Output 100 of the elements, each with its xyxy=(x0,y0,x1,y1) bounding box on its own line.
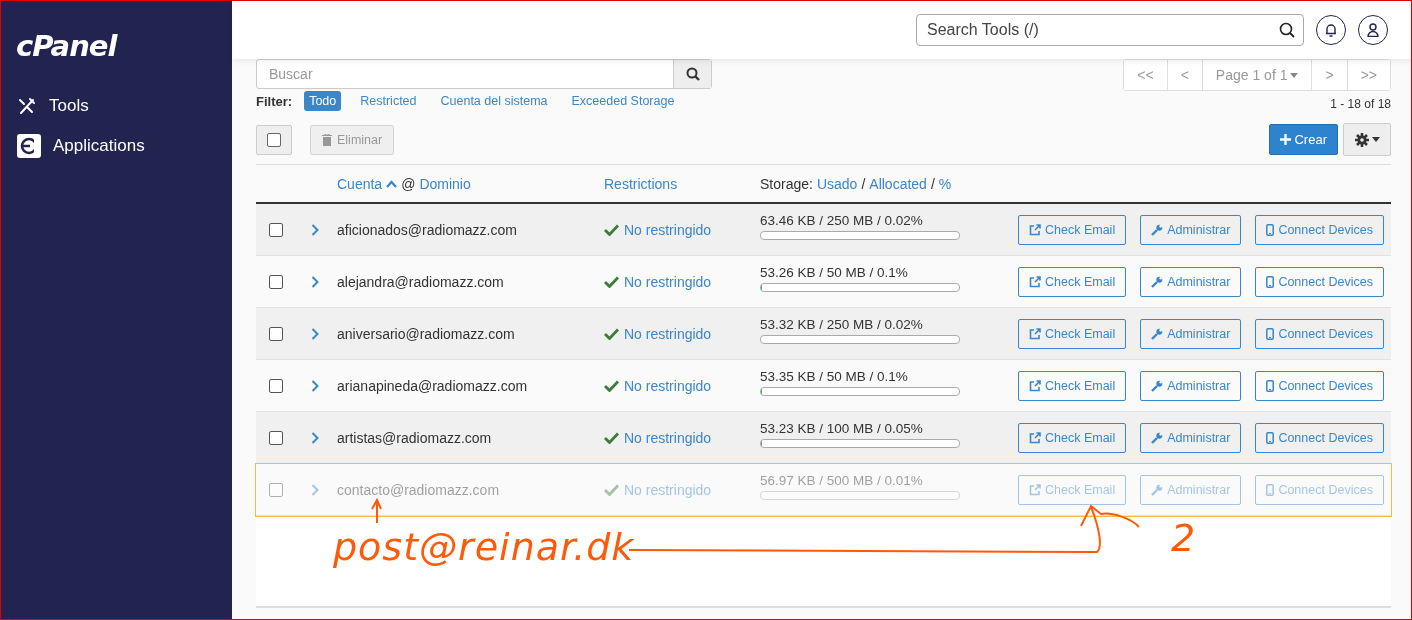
chevron-right-icon[interactable] xyxy=(311,379,319,392)
chevron-right-icon[interactable] xyxy=(311,327,319,340)
filter-option[interactable]: Cuenta del sistema xyxy=(435,91,553,111)
check-email-button[interactable]: Check Email xyxy=(1018,318,1127,349)
handwritten-note: post@reinar.dk xyxy=(333,525,635,569)
percent-column-header[interactable]: % xyxy=(938,175,952,192)
phone-icon xyxy=(1266,379,1275,392)
storage-usage: 53.35 KB / 50 MB / 0.1% xyxy=(760,369,909,384)
used-column-header[interactable]: Usado xyxy=(816,175,858,192)
manage-button[interactable]: Administrar xyxy=(1140,214,1242,245)
trash-icon xyxy=(322,133,332,146)
restriction-status[interactable]: No restringido xyxy=(624,221,712,238)
caret-icon xyxy=(1290,72,1299,78)
checkmark-icon xyxy=(604,223,619,236)
last-page-button[interactable]: >> xyxy=(1346,60,1390,90)
checkmark-icon xyxy=(604,327,619,340)
chevron-right-icon[interactable] xyxy=(311,223,319,236)
annotation-arrow xyxy=(371,497,382,524)
allocated-column-header[interactable]: Allocated xyxy=(869,175,927,192)
wrench-icon xyxy=(1151,327,1164,340)
restrictions-column-header[interactable]: Restrictions xyxy=(604,175,678,192)
email-address: contacto@radiomazz.com xyxy=(337,481,501,498)
manage-button[interactable]: Administrar xyxy=(1140,318,1242,349)
wrench-icon xyxy=(1151,431,1164,444)
create-button[interactable]: Crear xyxy=(1269,124,1338,155)
filter-label: Filter: xyxy=(256,93,293,109)
restriction-status[interactable]: No restringido xyxy=(624,273,712,290)
manage-button[interactable]: Administrar xyxy=(1140,266,1242,297)
external-link-icon xyxy=(1029,431,1041,444)
separator-label: / xyxy=(861,175,866,192)
results-count: 1 - 18 of 18 xyxy=(1330,97,1391,111)
connect-devices-button[interactable]: Connect Devices xyxy=(1255,214,1384,245)
user-icon xyxy=(1367,23,1379,37)
phone-icon xyxy=(1266,327,1275,340)
email-address: alejandra@radiomazz.com xyxy=(337,273,505,290)
check-email-button[interactable]: Check Email xyxy=(1018,214,1127,245)
filter-option[interactable]: Restricted xyxy=(355,91,422,111)
settings-icon xyxy=(1354,132,1369,147)
check-email-button[interactable]: Check Email xyxy=(1018,370,1127,401)
storage-usage: 53.32 KB / 250 MB / 0.02% xyxy=(760,317,924,332)
chevron-right-icon[interactable] xyxy=(311,431,319,444)
manage-button[interactable]: Administrar xyxy=(1140,422,1242,453)
chevron-right-icon[interactable] xyxy=(311,275,319,288)
row-checkbox[interactable] xyxy=(269,430,283,445)
connect-devices-button[interactable]: Connect Devices xyxy=(1255,266,1384,297)
sidebar-item[interactable]: Applications xyxy=(53,136,145,156)
row-checkbox[interactable] xyxy=(269,274,283,289)
connect-devices-button[interactable]: Connect Devices xyxy=(1255,422,1384,453)
select-all-checkbox[interactable] xyxy=(267,132,281,147)
account-column-header[interactable]: Cuenta xyxy=(337,175,383,192)
storage-usage: 63.46 KB / 250 MB / 0.02% xyxy=(760,213,924,228)
connect-devices-button[interactable]: Connect Devices xyxy=(1255,370,1384,401)
plus-icon xyxy=(1280,134,1292,145)
filter-option[interactable]: Exceeded Storage xyxy=(566,91,680,111)
wrench-icon xyxy=(1151,483,1164,496)
phone-icon xyxy=(1266,431,1275,444)
wrench-icon xyxy=(1151,223,1164,236)
external-link-icon xyxy=(1029,379,1041,392)
row-checkbox[interactable] xyxy=(269,326,283,341)
caret-icon xyxy=(1371,137,1380,142)
select-all-button[interactable] xyxy=(256,124,292,155)
storage-label: Storage: xyxy=(760,175,813,192)
row-checkbox[interactable] xyxy=(269,378,283,393)
search-icon xyxy=(1279,22,1295,38)
settings-dropdown[interactable] xyxy=(1343,123,1391,156)
email-address: arianapineda@radiomazz.com xyxy=(337,377,529,394)
sort-ascending-icon xyxy=(386,179,398,188)
restriction-status[interactable]: No restringido xyxy=(624,377,712,394)
sidebar-item[interactable]: Tools xyxy=(49,96,89,116)
restriction-status[interactable]: No restringido xyxy=(624,429,712,446)
storage-usage: 56.97 KB / 500 MB / 0.01% xyxy=(760,473,924,488)
external-link-icon xyxy=(1029,223,1041,236)
connect-devices-button[interactable]: Connect Devices xyxy=(1255,318,1384,349)
check-email-button[interactable]: Check Email xyxy=(1018,422,1127,453)
email-address: aficionados@radiomazz.com xyxy=(337,221,518,238)
search-button[interactable] xyxy=(673,60,711,88)
tools-icon xyxy=(17,96,37,116)
at-sign-label: @ xyxy=(401,175,416,192)
email-address: aniversario@radiomazz.com xyxy=(337,325,516,342)
cpanel-logo[interactable]: cPanel xyxy=(16,29,117,63)
filter-option[interactable]: Todo xyxy=(304,91,342,111)
applications-icon xyxy=(17,134,41,158)
external-link-icon xyxy=(1029,327,1041,340)
wrench-icon xyxy=(1151,379,1164,392)
domain-column-header[interactable]: Dominio xyxy=(419,175,471,192)
search-icon xyxy=(685,67,700,81)
row-checkbox[interactable] xyxy=(269,222,283,237)
phone-icon xyxy=(1266,483,1275,496)
phone-icon xyxy=(1266,223,1275,236)
search-tools-field[interactable]: Search Tools (/) xyxy=(925,20,1279,40)
checkmark-icon xyxy=(604,483,619,496)
search-tools-field[interactable]: Search Tools (/) xyxy=(916,14,1304,46)
restriction-status[interactable]: No restringido xyxy=(624,325,712,342)
email-address: artistas@radiomazz.com xyxy=(337,429,493,446)
check-email-button[interactable]: Check Email xyxy=(1018,266,1127,297)
storage-usage: 53.23 KB / 100 MB / 0.05% xyxy=(760,421,924,436)
phone-icon xyxy=(1266,275,1275,288)
handwritten-note: 2 xyxy=(1171,516,1197,560)
wrench-icon xyxy=(1151,275,1164,288)
manage-button[interactable]: Administrar xyxy=(1140,370,1242,401)
